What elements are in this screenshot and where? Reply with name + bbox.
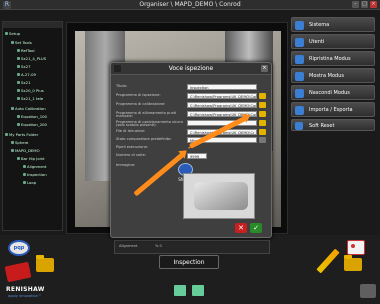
tree-node[interactable]: Bar Hip Joint — [17, 155, 45, 162]
tree-node[interactable]: Set Tools — [11, 39, 32, 46]
window-titlebar: R Organiser \ MAPD_DEMO \ Conrod – □ × — [0, 0, 380, 10]
window-controls: – □ × — [352, 1, 377, 8]
grid-icon[interactable] — [174, 285, 186, 296]
tree-node[interactable]: Setup — [4, 30, 20, 37]
tagline: apply innovation™ — [8, 294, 42, 298]
sistema-button[interactable]: Sistema — [291, 17, 375, 32]
close-button[interactable]: × — [370, 1, 377, 8]
probe-icon[interactable]: pqp — [8, 240, 30, 256]
image-preview — [183, 173, 255, 219]
label-prog-allineamento: Programma di allineamento punti manuale: — [116, 110, 177, 119]
prog-ispezione-field[interactable]: C:\Renishaw\Programs\UK_DEMO\Con — [187, 93, 257, 99]
tree-node[interactable]: Sx20_0 Plus — [17, 87, 44, 94]
label-file-istruzioni: File di istruzioni: — [116, 128, 146, 133]
minimize-button[interactable]: – — [352, 1, 359, 8]
right-panel: Sistema Utenti Ripristina Modus Mostra M… — [291, 17, 375, 133]
restore-icon — [295, 55, 304, 64]
tree-node[interactable]: My Parts Folder — [4, 131, 38, 138]
bins-icon[interactable] — [360, 284, 376, 298]
open-folder-icon[interactable] — [344, 255, 362, 271]
inspection-tab[interactable]: Inspection — [159, 255, 219, 269]
label-pipeli-esecuzione: Pipeli esecuzione: — [116, 144, 149, 149]
ripristina-label: Ripristina Modus — [309, 56, 351, 62]
row-prog-calibrazione: Programma di calibrazione: C:\Renishaw\P… — [116, 102, 272, 109]
users-icon — [295, 38, 304, 47]
app-icon: R — [3, 1, 11, 9]
row-numero-volte: Numero di volte: 9999 — [116, 153, 272, 160]
label-prog-calibrazione: Programma di calibrazione: — [116, 101, 166, 106]
info-left: Alignment — [119, 244, 138, 248]
tree-node[interactable]: Sx27 — [17, 63, 31, 70]
cancel-button[interactable]: ✕ — [235, 223, 247, 233]
utenti-label: Utenti — [309, 39, 325, 45]
titolo-field[interactable]: Inspection — [187, 84, 257, 90]
dialog-close-button[interactable]: × — [261, 65, 268, 72]
tree-node[interactable]: A-27-09 — [17, 71, 36, 78]
soft-reset-button[interactable]: Soft Reset — [291, 119, 375, 131]
chevron-down-icon[interactable] — [259, 137, 266, 143]
reset-icon — [295, 122, 303, 130]
tree-node[interactable]: Sx21 — [17, 79, 31, 86]
show-icon — [295, 72, 304, 81]
ok-button[interactable]: ✓ — [250, 223, 262, 233]
browse-folder-icon[interactable] — [259, 129, 266, 135]
importa-esporta-button[interactable]: Importa / Esporta — [291, 102, 375, 117]
tree-node[interactable]: Auto Calibration — [11, 105, 46, 112]
tree-node[interactable]: Sx21_4_PLUS — [16, 55, 46, 62]
row-file-istruzioni: File di istruzioni: C:\Renishaw\Programs… — [116, 129, 272, 136]
tree-node[interactable]: Loop — [22, 179, 36, 186]
tree-node[interactable]: Sx21_1 tele — [16, 95, 43, 102]
label-prog-posizionamento: Programma di posizionamento sicuro (solo… — [116, 119, 183, 128]
probe-icon-label: pqp — [13, 245, 25, 251]
sistema-label: Sistema — [309, 22, 330, 28]
row-prog-ispezione: Programma di ispezione: C:\Renishaw\Prog… — [116, 93, 272, 100]
window-title: Organiser \ MAPD_DEMO \ Conrod — [139, 1, 241, 8]
program-tree[interactable]: Setup Set Tools RefTool Sx21_4_PLUS Sx27… — [2, 21, 63, 231]
hide-icon — [295, 89, 304, 98]
tree-header — [3, 22, 62, 28]
dialog-app-icon — [114, 65, 121, 72]
grid-settings-icon[interactable] — [192, 285, 204, 296]
utenti-button[interactable]: Utenti — [291, 34, 375, 49]
tree-node[interactable]: Equation_200 — [17, 121, 47, 128]
tree-node[interactable]: Alignment — [22, 163, 46, 170]
dice-icon[interactable] — [347, 240, 365, 255]
tree-node[interactable]: Inspection — [23, 171, 47, 178]
inspection-dialog: Voce ispezione × Titolo: Inspection Prog… — [110, 62, 272, 238]
maximize-button[interactable]: □ — [361, 1, 368, 8]
folder-icon[interactable] — [36, 255, 54, 272]
dialog-title: Voce ispezione — [111, 63, 271, 75]
tree-node[interactable]: MAPD_DEMO — [11, 147, 40, 154]
soft-reset-label: Soft Reset — [309, 123, 335, 129]
label-titolo: Titolo: — [116, 83, 128, 88]
system-icon — [295, 21, 304, 30]
nascondi-label: Nascondi Modus — [309, 90, 350, 96]
browse-folder-icon[interactable] — [259, 102, 266, 108]
nascondi-modus-button[interactable]: Nascondi Modus — [291, 85, 375, 100]
mostra-modus-button[interactable]: Mostra Modus — [291, 68, 375, 83]
browse-folder-icon[interactable] — [259, 111, 266, 117]
importa-label: Importa / Esporta — [309, 107, 353, 113]
browse-folder-icon[interactable] — [259, 93, 266, 99]
browse-folder-icon[interactable] — [259, 120, 266, 126]
tree-node[interactable]: Sphere — [10, 139, 28, 146]
tree-node[interactable]: Equation_100 — [17, 113, 47, 120]
info-panel: Alignment % 0 — [114, 240, 270, 254]
info-mid: % 0 — [155, 244, 162, 248]
ripristina-modus-button[interactable]: Ripristina Modus — [291, 51, 375, 66]
prog-calibrazione-field[interactable]: C:\Renishaw\Programs\UK_DEMO\Con — [187, 102, 257, 108]
mostra-label: Mostra Modus — [309, 73, 344, 79]
label-prog-ispezione: Programma di ispezione: — [116, 92, 161, 97]
row-titolo: Titolo: Inspection — [116, 84, 272, 91]
import-export-icon — [295, 106, 304, 115]
label-stato-comparatore: Stato comparatore predefinito: — [116, 136, 172, 141]
renishaw-logo: RENISHAW — [6, 286, 45, 293]
tree-node[interactable]: RefTool — [17, 47, 35, 54]
conrod-image — [194, 182, 248, 210]
